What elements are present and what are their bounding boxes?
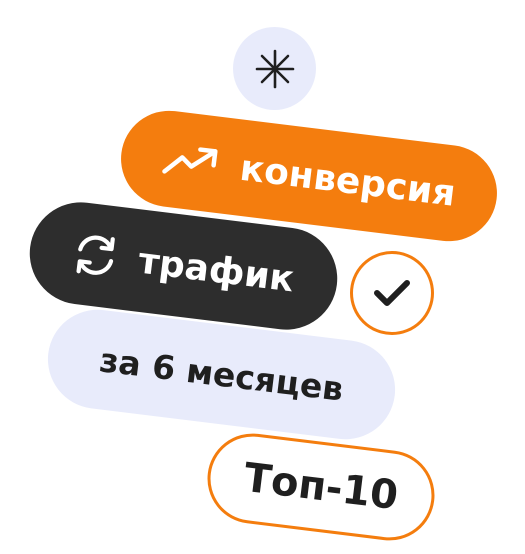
- period-tag: за 6 месяцев: [42, 304, 401, 445]
- checkmark-icon: [374, 280, 410, 306]
- conversion-label: конверсия: [237, 147, 458, 215]
- asterisk-icon: [255, 49, 294, 88]
- refresh-icon: [70, 230, 121, 281]
- top-tag: Топ-10: [202, 428, 440, 546]
- check-badge: [350, 251, 434, 335]
- period-label: за 6 месяцев: [97, 340, 346, 409]
- top-label: Топ-10: [241, 454, 401, 520]
- asterisk-badge: [233, 27, 316, 110]
- tags-illustration: конверсия трафик за 6 месяцев Топ-10: [0, 0, 525, 554]
- traffic-label: трафик: [136, 240, 297, 300]
- trending-up-icon: [161, 141, 221, 182]
